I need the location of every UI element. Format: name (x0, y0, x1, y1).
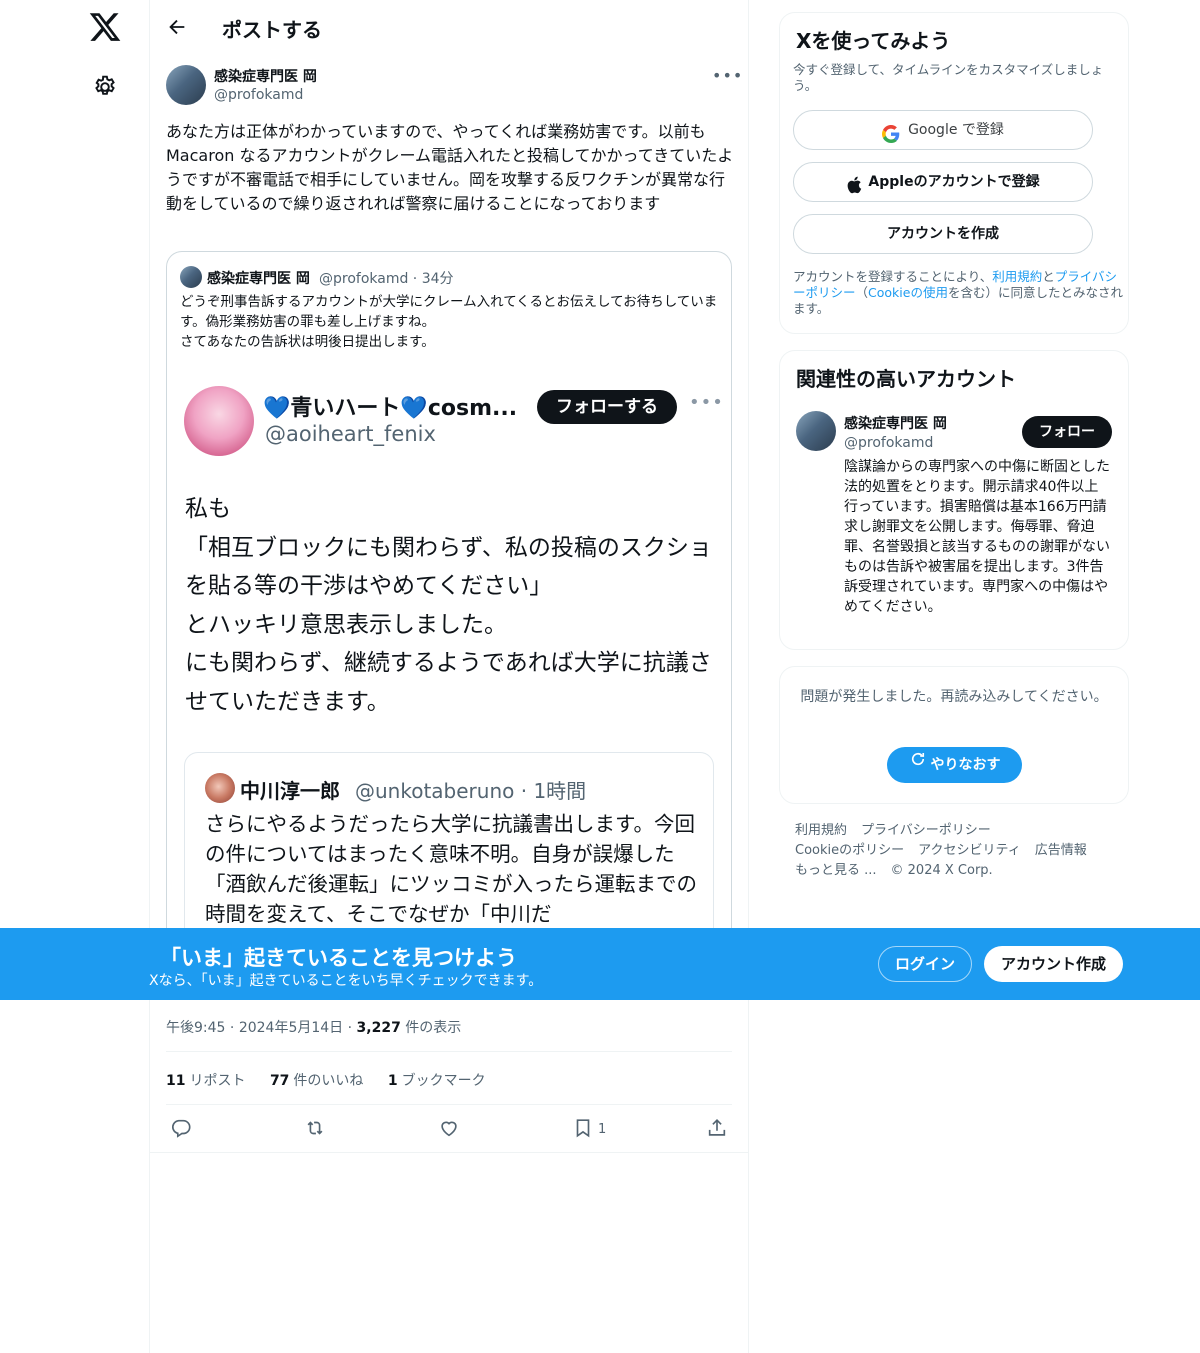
footer-link[interactable]: 利用規約 (795, 823, 847, 838)
footer-link[interactable]: Cookieのポリシー (795, 843, 904, 858)
views-label: 件の表示 (405, 1020, 462, 1036)
related-accounts-card: 関連性の高いアカウント 感染症専門医 岡 @profokamd フォロー 陰謀論… (779, 350, 1129, 650)
signup-card-subtitle: 今すぐ登録して、タイムラインをカスタマイズしましょう。 (793, 62, 1104, 93)
post-time[interactable]: 午後9:45 (166, 1020, 225, 1036)
post-timestamp: 午後9:45 · 2024年5月14日 · 3,227 件の表示 (166, 1020, 462, 1036)
footer-link[interactable]: 広告情報 (1035, 843, 1087, 858)
footer-link[interactable]: プライバシーポリシー (861, 823, 991, 838)
login-button[interactable]: ログイン (878, 946, 972, 982)
quoted-post[interactable]: 感染症専門医 岡 @profokamd · 34分 どうぞ刑事告訴するアカウント… (166, 251, 732, 951)
banner-subtitle: Xなら、「いま」起きていることをいち早くチェックできます。 (149, 973, 543, 989)
google-signup-button[interactable]: Google で登録 (793, 110, 1093, 150)
attached-screenshot[interactable]: 💙青いハート💙cosm... @aoiheart_fenix フォローする ••… (167, 370, 731, 950)
avatar[interactable] (166, 65, 206, 105)
back-arrow-icon[interactable] (166, 16, 188, 38)
quote-author-name: 感染症専門医 岡 (207, 271, 310, 287)
signup-legal-text: アカウントを登録することにより、利用規約とプライバシーポリシー（Cookieの使… (793, 269, 1123, 316)
bookmark-icon[interactable] (572, 1117, 594, 1139)
views-count: 3,227 (356, 1020, 401, 1036)
refresh-icon (909, 746, 927, 782)
like-icon[interactable] (438, 1117, 460, 1139)
share-icon[interactable] (706, 1117, 728, 1139)
related-account-handle[interactable]: @profokamd (844, 435, 933, 451)
related-account-bio: 陰謀論からの専門家への中傷に断固とした法的処置をとります。開示請求40件以上行っ… (844, 459, 1110, 615)
screenshot-more-icon: ••• (689, 392, 724, 413)
x-logo-icon[interactable] (88, 10, 122, 44)
signup-button[interactable]: アカウント作成 (984, 946, 1123, 982)
related-accounts-title: 関連性の高いアカウント (796, 367, 1016, 391)
create-account-button[interactable]: アカウントを作成 (793, 214, 1093, 254)
avatar (180, 266, 202, 288)
sidebar-footer: 利用規約 プライバシーポリシー Cookieのポリシー アクセシビリティ 広告情報 も… (795, 821, 1125, 881)
page-title: ポストする (222, 18, 322, 42)
screenshot-inner-name: 中川淳一郎 (240, 779, 340, 803)
column-divider (149, 0, 150, 1353)
column-divider (748, 0, 749, 1353)
gear-icon[interactable] (92, 74, 118, 100)
error-card: 問題が発生しました。再読み込みしてください。 やりなおす (779, 666, 1129, 804)
apple-signup-button[interactable]: Appleのアカウントで登録 (793, 162, 1093, 202)
divider (166, 1104, 732, 1105)
login-banner: 「いま」起きていることを見つけよう Xなら、「いま」起きていることをいち早くチェ… (0, 928, 1200, 1000)
footer-link[interactable]: アクセシビリティ (918, 843, 1021, 858)
screenshot-follow-button: フォローする (537, 390, 677, 424)
screenshot-name: 💙青いハート💙cosm... (263, 396, 518, 421)
apple-icon (846, 171, 862, 194)
quote-meta: @profokamd · 34分 (319, 271, 454, 287)
divider (150, 1152, 748, 1153)
post-text: あなた方は正体がわかっていますので、やってくれば業務妨害です。以前もMacaro… (166, 122, 734, 213)
signup-card: Xを使ってみよう 今すぐ登録して、タイムラインをカスタマイズしましょう。 Goo… (779, 12, 1129, 334)
signup-card-title: Xを使ってみよう (796, 29, 951, 53)
engagement-stats: 11 リポスト 77 件のいいね 1 ブックマーク (166, 1070, 506, 1090)
screenshot-handle: @aoiheart_fenix (265, 422, 436, 446)
error-message: 問題が発生しました。再読み込みしてください。 (800, 689, 1108, 705)
screenshot-body: 私も 「相互ブロックにも関わらず、私の投稿のスクショを貼る等の干渉はやめてくださ… (185, 496, 712, 715)
screenshot-avatar (184, 386, 254, 456)
bookmarks-stat[interactable]: 1 ブックマーク (388, 1073, 486, 1089)
more-icon[interactable]: ••• (712, 66, 742, 86)
footer-more-link[interactable]: もっと見る ... (795, 863, 877, 878)
banner-title: 「いま」起きていることを見つけよう (160, 946, 517, 970)
google-icon (882, 120, 900, 143)
screenshot-inner-meta: @unkotaberuno · 1時間 (355, 779, 587, 803)
author-name[interactable]: 感染症専門医 岡 (214, 66, 317, 86)
follow-button[interactable]: フォロー (1022, 416, 1112, 448)
screenshot-inner-avatar (205, 773, 235, 803)
terms-link[interactable]: 利用規約 (992, 269, 1042, 284)
repost-icon[interactable] (304, 1117, 326, 1139)
author-handle[interactable]: @profokamd (214, 87, 303, 103)
reply-icon[interactable] (170, 1117, 192, 1139)
related-account-name[interactable]: 感染症専門医 岡 (844, 413, 947, 433)
divider (166, 1051, 732, 1052)
screenshot-inner-quote: 中川淳一郎 @unkotaberuno · 1時間 さらにやるようだったら大学に… (184, 752, 714, 950)
avatar[interactable] (796, 411, 836, 451)
cookie-link[interactable]: Cookieの使用 (868, 285, 948, 300)
retry-button[interactable]: やりなおす (887, 747, 1022, 783)
likes-stat[interactable]: 77 件のいいね (270, 1073, 363, 1089)
reposts-stat[interactable]: 11 リポスト (166, 1073, 245, 1089)
post-date[interactable]: 2024年5月14日 (239, 1020, 343, 1036)
quote-text: どうぞ刑事告訴するアカウントが大学にクレーム入れてくるとお伝えしてお待ちしていま… (180, 294, 718, 350)
footer-copyright: © 2024 X Corp. (890, 863, 993, 878)
screenshot-inner-body: さらにやるようだったら大学に抗議書出します。今回の件についてはまったく意味不明。… (205, 812, 697, 926)
bookmark-count: 1 (598, 1122, 607, 1137)
